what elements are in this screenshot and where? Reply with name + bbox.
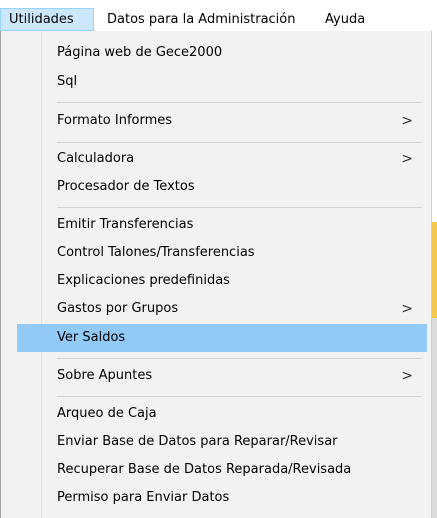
menu-item-label: Formato Informes — [57, 113, 173, 128]
menu-item-ver-saldos[interactable]: Ver Saldos — [17, 324, 427, 352]
menu-bar: Utilidades Datos para la Administración … — [0, 0, 437, 34]
background-window-edge — [432, 222, 437, 318]
menu-item-formato-informes[interactable]: Formato Informes > — [17, 107, 427, 135]
menu-item-label: Gastos por Grupos — [57, 301, 179, 316]
background-window-edge-lower — [432, 318, 437, 518]
menu-item-calculadora[interactable]: Calculadora > — [17, 145, 427, 173]
menu-separator — [57, 396, 422, 397]
menu-item-procesador-textos[interactable]: Procesador de Textos — [17, 173, 427, 201]
menu-item-emitir-transferencias[interactable]: Emitir Transferencias — [17, 211, 427, 239]
menu-item-label: Ver Saldos — [57, 330, 126, 345]
menu-item-label: Sql — [57, 74, 78, 89]
menu-separator — [57, 142, 422, 143]
menu-item-label: Explicaciones predefinidas — [57, 273, 230, 288]
menu-utilidades[interactable]: Utilidades — [0, 8, 94, 31]
menu-item-label: Arqueo de Caja — [57, 406, 157, 421]
menu-item-label: Control Talones/Transferencias — [57, 245, 255, 260]
chevron-right-icon: > — [401, 151, 413, 167]
menu-item-control-talones[interactable]: Control Talones/Transferencias — [17, 239, 427, 267]
menu-item-label: Página web de Gece2000 — [57, 45, 223, 60]
menu-item-label: Calculadora — [57, 151, 135, 166]
menu-item-enviar-base-datos[interactable]: Enviar Base de Datos para Reparar/Revisa… — [17, 428, 427, 456]
menu-ayuda[interactable]: Ayuda — [325, 8, 365, 31]
menu-item-explicaciones-predefinidas[interactable]: Explicaciones predefinidas — [17, 267, 427, 295]
menu-item-permiso-enviar-datos[interactable]: Permiso para Enviar Datos — [17, 484, 427, 512]
menu-item-arqueo-caja[interactable]: Arqueo de Caja — [17, 400, 427, 428]
menu-item-label: Sobre Apuntes — [57, 368, 153, 383]
menu-item-sobre-apuntes[interactable]: Sobre Apuntes > — [17, 362, 427, 390]
menu-separator — [57, 358, 422, 359]
menu-item-label: Enviar Base de Datos para Reparar/Revisa… — [57, 434, 338, 449]
chevron-right-icon: > — [401, 368, 413, 384]
chevron-right-icon: > — [401, 113, 413, 129]
menu-item-pagina-web[interactable]: Página web de Gece2000 — [17, 39, 427, 67]
chevron-right-icon: > — [401, 301, 413, 317]
menu-item-label: Emitir Transferencias — [57, 217, 194, 232]
menu-item-recuperar-base-datos[interactable]: Recuperar Base de Datos Reparada/Revisad… — [17, 456, 427, 484]
menu-separator — [57, 207, 422, 208]
menu-item-label: Permiso para Enviar Datos — [57, 490, 230, 505]
menu-item-label: Recuperar Base de Datos Reparada/Revisad… — [57, 462, 352, 477]
menu-separator — [57, 102, 422, 103]
menu-item-gastos-por-grupos[interactable]: Gastos por Grupos > — [17, 295, 427, 323]
utilidades-dropdown-menu: Página web de Gece2000 Sql Formato Infor… — [0, 31, 432, 518]
menu-item-label: Procesador de Textos — [57, 179, 195, 194]
menu-datos-administracion[interactable]: Datos para la Administración — [107, 8, 295, 31]
menu-item-sql[interactable]: Sql — [17, 68, 427, 96]
